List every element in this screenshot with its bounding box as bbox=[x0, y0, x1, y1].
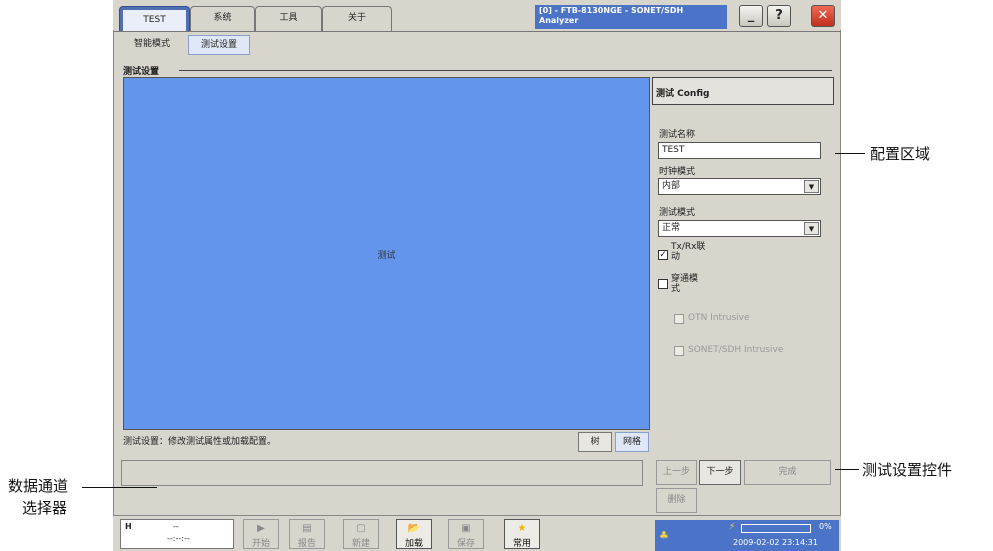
test-mode-value: 正常 bbox=[662, 223, 681, 233]
system-status-box: ♣ ⚡ 0% 2009-02-02 23:14:31 bbox=[655, 520, 839, 551]
channel-timer: --:--:-- bbox=[167, 534, 190, 543]
close-button[interactable]: ✕ bbox=[811, 5, 835, 27]
otn-intrusive-checkbox[interactable] bbox=[674, 314, 684, 324]
callout-line-config bbox=[835, 153, 865, 154]
otn-intrusive-label: OTN Intrusive bbox=[688, 313, 750, 323]
user-icon: ♣ bbox=[659, 529, 669, 542]
signal-icon: ⚡ bbox=[729, 522, 736, 532]
chevron-down-icon[interactable]: ▼ bbox=[804, 222, 819, 235]
new-label: 新建 bbox=[351, 539, 370, 549]
finish-button[interactable]: 完成 bbox=[744, 460, 831, 485]
callout-line-controls bbox=[835, 469, 859, 470]
tab-tools[interactable]: 工具 bbox=[255, 6, 322, 31]
report-label: 报告 bbox=[297, 539, 316, 549]
txrx-coupled-label: Tx/Rx联 动 bbox=[671, 242, 705, 262]
next-step-button[interactable]: 下一步 bbox=[699, 460, 741, 485]
prev-step-button[interactable]: 上一步 bbox=[656, 460, 697, 485]
tab-about[interactable]: 关于 bbox=[322, 6, 392, 31]
chevron-down-icon[interactable]: ▼ bbox=[804, 180, 819, 193]
new-button[interactable]: ▢ 新建 bbox=[343, 519, 379, 549]
subtab-smart-mode[interactable]: 智能模式 bbox=[124, 35, 180, 55]
test-canvas[interactable]: 测试 bbox=[123, 77, 650, 430]
clock-mode-select[interactable]: 内部 ▼ bbox=[658, 178, 821, 195]
folder-open-icon: 📂 bbox=[407, 523, 421, 534]
status-datetime: 2009-02-02 23:14:31 bbox=[733, 538, 818, 547]
callout-channel-selector-line2: 选择器 bbox=[22, 499, 68, 517]
new-file-icon: ▢ bbox=[356, 523, 366, 534]
channel-status-box[interactable]: H -- --:--:-- bbox=[120, 519, 234, 549]
instrument-title-line1: [0] - FTB-8130NGE - SONET/SDH bbox=[539, 6, 684, 15]
instrument-title: [0] - FTB-8130NGE - SONET/SDH Analyzer bbox=[535, 5, 727, 29]
save-icon: ▣ bbox=[461, 523, 471, 534]
delete-button[interactable]: 删除 bbox=[656, 488, 697, 513]
canvas-label: 测试 bbox=[377, 251, 396, 261]
section-divider bbox=[179, 70, 832, 71]
start-button[interactable]: ▶ 开始 bbox=[243, 519, 279, 549]
star-icon: ★ bbox=[517, 523, 527, 534]
save-button[interactable]: ▣ 保存 bbox=[448, 519, 484, 549]
txrx-coupled-label-line2: 动 bbox=[671, 252, 681, 262]
status-message: 测试设置：修改测试属性或加载配置。 bbox=[123, 437, 277, 447]
section-title: 测试设置 bbox=[123, 67, 160, 77]
data-channel-selector[interactable] bbox=[121, 460, 643, 486]
grid-view-button[interactable]: 网格 bbox=[615, 432, 649, 452]
txrx-coupled-checkbox[interactable]: ✓ bbox=[658, 250, 668, 260]
tab-system[interactable]: 系统 bbox=[190, 6, 255, 31]
help-button[interactable]: ? bbox=[767, 5, 791, 27]
report-button[interactable]: ▤ 报告 bbox=[289, 519, 325, 549]
clock-mode-value: 内部 bbox=[662, 181, 681, 191]
load-button[interactable]: 📂 加载 bbox=[396, 519, 432, 549]
tab-test-label: TEST bbox=[123, 10, 186, 31]
passthrough-mode-label-line1: 穿通模 bbox=[671, 274, 699, 284]
load-label: 加载 bbox=[404, 539, 423, 549]
favorites-label: 常用 bbox=[512, 539, 531, 549]
passthrough-mode-checkbox[interactable] bbox=[658, 279, 668, 289]
sonet-intrusive-checkbox[interactable] bbox=[674, 346, 684, 356]
minimize-button[interactable]: _ bbox=[739, 5, 763, 27]
tree-view-button[interactable]: 树 bbox=[578, 432, 612, 452]
progress-percent: 0% bbox=[819, 522, 832, 531]
test-mode-label: 测试模式 bbox=[659, 208, 696, 218]
test-mode-select[interactable]: 正常 ▼ bbox=[658, 220, 821, 237]
favorites-button[interactable]: ★ 常用 bbox=[504, 519, 540, 549]
progress-bar bbox=[741, 524, 811, 533]
subtab-test-setup[interactable]: 测试设置 bbox=[188, 35, 250, 55]
txrx-coupled-label-line1: Tx/Rx联 bbox=[671, 242, 706, 252]
start-label: 开始 bbox=[251, 539, 270, 549]
section-header: 测试设置 bbox=[123, 64, 832, 77]
passthrough-mode-label: 穿通模 式 bbox=[671, 274, 698, 294]
save-label: 保存 bbox=[456, 539, 475, 549]
sonet-intrusive-label: SONET/SDH Intrusive bbox=[688, 345, 784, 355]
channel-value: -- bbox=[173, 522, 179, 531]
callout-test-controls: 测试设置控件 bbox=[862, 461, 953, 479]
test-name-input[interactable]: TEST bbox=[658, 142, 821, 159]
instrument-title-line2: Analyzer bbox=[539, 16, 579, 25]
report-icon: ▤ bbox=[302, 523, 312, 534]
callout-channel-selector-line1: 数据通道 bbox=[8, 477, 69, 495]
config-panel-title: 测试 Config bbox=[652, 77, 834, 105]
passthrough-mode-label-line2: 式 bbox=[671, 284, 681, 294]
clock-mode-label: 时钟模式 bbox=[659, 167, 696, 177]
tab-test[interactable]: TEST bbox=[119, 6, 190, 31]
test-name-label: 测试名称 bbox=[659, 130, 696, 140]
callout-config-area: 配置区域 bbox=[870, 145, 931, 163]
play-icon: ▶ bbox=[257, 523, 265, 534]
callout-line-channel bbox=[82, 487, 157, 488]
